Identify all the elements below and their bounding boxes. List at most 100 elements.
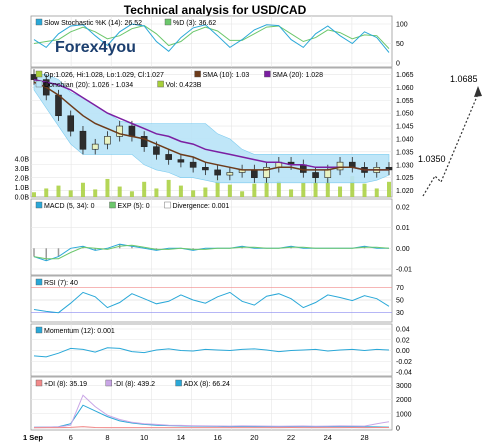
dmi-legend-swatch [175,379,182,387]
dmi-tick: 1000 [396,411,412,418]
macd-tick: 0.02 [396,205,410,212]
volume-bar [276,180,281,197]
x-date-label: 24 [324,433,332,442]
rsi-panel [30,275,393,323]
stochastic-tick: 100 [396,22,408,29]
price-tick: 1.035 [396,149,414,156]
volume-bar [105,178,110,197]
momentum-tick: -0.04 [396,370,412,377]
volume-bar [56,185,61,197]
analysis-chart: Slow Stochastic %K (14): 26.52 %D (3): 36… [15,15,482,442]
candle-body [177,159,185,163]
candle-body [153,146,160,155]
volume-bar [166,179,171,197]
projection-support-label: 1.0350 [418,154,446,164]
momentum-tick: 0.02 [396,337,410,344]
volume-bar [374,188,379,197]
rsi-tick: 50 [396,298,404,305]
volume-bar [142,181,147,197]
volume-bar [203,187,208,197]
volume-bar [252,183,257,197]
dmi-legend-label: -DI (8): 439.2 [114,381,155,388]
projection-path [422,93,479,197]
volume-bar [44,188,49,197]
candle-body [67,115,75,132]
price-tick: 1.060 [396,85,414,92]
price-tick: 1.020 [396,188,414,195]
rsi-tick: 70 [396,285,404,292]
volume-bar [80,182,85,197]
price-legend-label: SMA (10): 1.03 [203,72,250,79]
volume-bar [387,181,391,197]
price-legend-swatch [194,70,201,78]
stochastic-legend-label: %D (3): 36.62 [173,20,216,27]
candle-body [104,136,111,145]
macd-tick: 0.00 [396,246,410,253]
candle-body [324,169,332,178]
rsi-legend-swatch [35,278,43,286]
volume-bar [301,182,306,197]
price-legend-swatch [157,80,164,88]
price-tick: 1.040 [396,136,414,143]
candle-body [128,125,136,137]
x-date-label: 28 [360,433,368,442]
price-legend-swatch [264,70,271,78]
macd-legend-swatch [109,201,116,209]
volume-bar [240,191,245,197]
volume-tick: 4.0B [15,157,30,164]
price-tick: 1.030 [396,162,414,169]
macd-tick: 0.01 [396,225,410,232]
price-legend-swatch [35,80,43,88]
volume-bar [129,191,134,197]
dmi-legend-label: ADX (8): 66.24 [184,381,230,388]
candle-body [79,130,87,150]
price-tick: 1.050 [396,111,414,118]
candle-body [202,167,209,171]
candle-body [226,172,234,176]
macd-panel [30,198,393,276]
x-date-label: 14 [177,433,185,442]
price-legend-label: Vol: 0.423B [166,82,202,89]
candle-body [189,161,197,168]
price-legend-label: SMA (20): 1.028 [272,72,323,79]
macd-legend-swatch [35,201,43,209]
projection-arrow-icon [474,86,482,97]
dmi-tick: 0 [396,426,400,433]
stochastic-legend-swatch [35,18,43,26]
volume-bar [117,186,122,197]
price-tick: 1.045 [396,124,414,131]
x-date-label: 8 [105,433,109,442]
volume-tick: 1.0B [15,185,30,192]
macd-legend-label: MACD (5, 34): 0 [44,203,95,210]
volume-tick: 2.0B [15,176,30,183]
volume-bar [154,188,159,197]
momentum-tick: 0.04 [396,327,410,334]
price-legend-label: Donchian (20): 1.026 - 1.034 [44,82,133,89]
volume-bar [289,189,294,197]
momentum-tick: 0.00 [396,348,410,355]
x-date-label: 10 [140,433,148,442]
volume-bar [178,185,183,197]
momentum-legend-swatch [35,326,43,334]
volume-bar [362,183,367,197]
candle-body [336,161,344,171]
dmi-legend-label: +DI (8): 35.19 [44,381,87,388]
stochastic-legend-swatch [164,18,172,26]
volume-bar [191,190,196,197]
stochastic-legend-label: Slow Stochastic %K (14): 26.52 [44,20,142,27]
x-date-label: 22 [287,433,295,442]
candle-body [251,169,258,178]
dmi-tick: 2000 [396,397,412,404]
x-date-label: 20 [250,433,258,442]
volume-bar [93,189,98,197]
projection-target-label: 1.0685 [450,74,478,84]
stochastic-tick: 50 [396,41,404,48]
macd-legend-label: Divergence: 0.001 [173,203,230,210]
volume-bar [338,186,343,197]
rsi-tick: 30 [396,310,404,317]
candle-body [214,169,221,176]
volume-bar [227,184,232,197]
volume-tick: 0.0B [15,195,30,202]
volume-bar [32,192,36,197]
candle-body [55,94,62,117]
